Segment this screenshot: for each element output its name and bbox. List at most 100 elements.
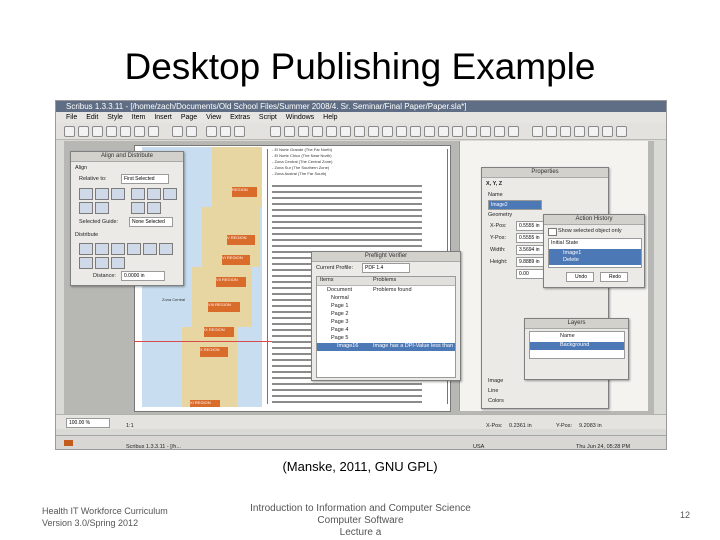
zoom-field[interactable]: 100.00 % bbox=[66, 418, 110, 428]
menu-launcher-icon[interactable] bbox=[64, 440, 73, 446]
name-field[interactable]: Image2 bbox=[488, 200, 542, 210]
page-text-frame[interactable]: - El Norte Grande (The Far North) - El N… bbox=[272, 147, 422, 177]
distribute-middle-icon[interactable] bbox=[79, 257, 93, 269]
close-icon[interactable] bbox=[106, 126, 117, 137]
polygon-icon[interactable] bbox=[340, 126, 351, 137]
image-section[interactable]: Image bbox=[488, 378, 503, 384]
align-left-icon[interactable] bbox=[79, 188, 93, 200]
align-center-icon[interactable] bbox=[95, 188, 109, 200]
page-indicator[interactable]: 1:1 bbox=[126, 419, 134, 433]
xyz-tab[interactable]: X, Y, Z bbox=[486, 181, 502, 187]
align-top-edge-icon[interactable] bbox=[131, 202, 145, 214]
distribute-right-icon[interactable] bbox=[111, 243, 125, 255]
line-section[interactable]: Line bbox=[488, 388, 498, 394]
shape-icon[interactable] bbox=[326, 126, 337, 137]
redo-button[interactable]: Redo bbox=[600, 272, 628, 282]
paste-icon[interactable] bbox=[234, 126, 245, 137]
align-right-edge-icon[interactable] bbox=[95, 202, 109, 214]
menu-style[interactable]: Style bbox=[107, 114, 123, 121]
align-middle-icon[interactable] bbox=[147, 188, 161, 200]
undo-icon[interactable] bbox=[172, 126, 183, 137]
align-top-icon[interactable] bbox=[131, 188, 145, 200]
taskbar-window[interactable]: Scribus 1.3.3.11 - [/h... bbox=[126, 440, 181, 449]
distribute-left-icon[interactable] bbox=[79, 243, 93, 255]
preflight-icon[interactable] bbox=[134, 126, 145, 137]
menu-windows[interactable]: Windows bbox=[286, 114, 314, 121]
copy-properties-icon[interactable] bbox=[494, 126, 505, 137]
colors-section[interactable]: Colors bbox=[488, 398, 504, 404]
preflight-item[interactable]: Page 5 bbox=[331, 335, 348, 341]
preflight-item[interactable]: Page 3 bbox=[331, 319, 348, 325]
edit-contents-icon[interactable] bbox=[424, 126, 435, 137]
preflight-item[interactable]: Document bbox=[327, 287, 352, 293]
pdf-annotation-icon[interactable] bbox=[602, 126, 613, 137]
align-right-icon[interactable] bbox=[111, 188, 125, 200]
pdf-combobox-icon[interactable] bbox=[574, 126, 585, 137]
history-list[interactable]: Initial State Image1 Delete bbox=[548, 238, 642, 268]
distribute-bottom-icon[interactable] bbox=[159, 243, 173, 255]
table-icon[interactable] bbox=[312, 126, 323, 137]
align-bottom-edge-icon[interactable] bbox=[147, 202, 161, 214]
save-icon[interactable] bbox=[92, 126, 103, 137]
rotate-icon[interactable] bbox=[396, 126, 407, 137]
pdf-checkbox-icon[interactable] bbox=[560, 126, 571, 137]
selected-guide-select[interactable]: None Selected bbox=[129, 217, 173, 227]
distance-input[interactable]: 0.0000 in bbox=[121, 271, 165, 281]
pdf-field-icon[interactable] bbox=[546, 126, 557, 137]
image-frame-icon[interactable] bbox=[298, 126, 309, 137]
open-icon[interactable] bbox=[78, 126, 89, 137]
freehand-icon[interactable] bbox=[382, 126, 393, 137]
menu-item[interactable]: Item bbox=[132, 114, 146, 121]
menu-insert[interactable]: Insert bbox=[154, 114, 172, 121]
menu-script[interactable]: Script bbox=[259, 114, 277, 121]
bezier-icon[interactable] bbox=[368, 126, 379, 137]
show-selected-checkbox[interactable] bbox=[548, 228, 557, 236]
zoom-icon[interactable] bbox=[410, 126, 421, 137]
cut-icon[interactable] bbox=[206, 126, 217, 137]
menu-page[interactable]: Page bbox=[181, 114, 197, 121]
eyedropper-icon[interactable] bbox=[508, 126, 519, 137]
layers-list[interactable]: Name Background bbox=[529, 331, 625, 359]
layer-row[interactable]: Background bbox=[530, 342, 624, 350]
distribute-center-icon[interactable] bbox=[95, 243, 109, 255]
menu-extras[interactable]: Extras bbox=[230, 114, 250, 121]
select-icon[interactable] bbox=[270, 126, 281, 137]
redo-icon[interactable] bbox=[186, 126, 197, 137]
line-icon[interactable] bbox=[354, 126, 365, 137]
clock[interactable]: Thu Jun 24, 05:28 PM bbox=[576, 440, 630, 449]
pdf-listbox-icon[interactable] bbox=[588, 126, 599, 137]
measure-icon[interactable] bbox=[480, 126, 491, 137]
history-item-selected[interactable]: Image1 Delete bbox=[549, 249, 641, 265]
pdf-button-icon[interactable] bbox=[532, 126, 543, 137]
link-frames-icon[interactable] bbox=[452, 126, 463, 137]
preflight-list[interactable]: Items Problems Document Problems found N… bbox=[316, 276, 456, 378]
menu-edit[interactable]: Edit bbox=[86, 114, 98, 121]
distribute-spacing-h-icon[interactable] bbox=[127, 243, 141, 255]
preflight-item[interactable]: Page 1 bbox=[331, 303, 348, 309]
pdf-link-icon[interactable] bbox=[616, 126, 627, 137]
unlink-frames-icon[interactable] bbox=[466, 126, 477, 137]
copy-icon[interactable] bbox=[220, 126, 231, 137]
preflight-item[interactable]: Page 2 bbox=[331, 311, 348, 317]
preflight-item[interactable]: Page 4 bbox=[331, 327, 348, 333]
new-document-icon[interactable] bbox=[64, 126, 75, 137]
locale-indicator[interactable]: USA bbox=[473, 440, 484, 449]
pdf-export-icon[interactable] bbox=[148, 126, 159, 137]
preflight-item[interactable]: Normal bbox=[331, 295, 349, 301]
edit-text-icon[interactable] bbox=[438, 126, 449, 137]
distribute-gap-icon[interactable] bbox=[111, 257, 125, 269]
align-bottom-icon[interactable] bbox=[163, 188, 177, 200]
distribute-spacing-v-icon[interactable] bbox=[95, 257, 109, 269]
align-left-edge-icon[interactable] bbox=[79, 202, 93, 214]
preflight-selected-row[interactable]: Image16 Image has a DPI-Value less than bbox=[317, 343, 455, 351]
undo-button[interactable]: Undo bbox=[566, 272, 594, 282]
menu-help[interactable]: Help bbox=[323, 114, 337, 121]
relative-to-select[interactable]: First Selected bbox=[121, 174, 169, 184]
menu-file[interactable]: File bbox=[66, 114, 77, 121]
history-initial-state[interactable]: Initial State bbox=[551, 240, 578, 246]
text-frame-icon[interactable] bbox=[284, 126, 295, 137]
current-profile-select[interactable]: PDF 1.4 bbox=[362, 263, 410, 273]
menu-view[interactable]: View bbox=[206, 114, 221, 121]
distribute-top-icon[interactable] bbox=[143, 243, 157, 255]
print-icon[interactable] bbox=[120, 126, 131, 137]
